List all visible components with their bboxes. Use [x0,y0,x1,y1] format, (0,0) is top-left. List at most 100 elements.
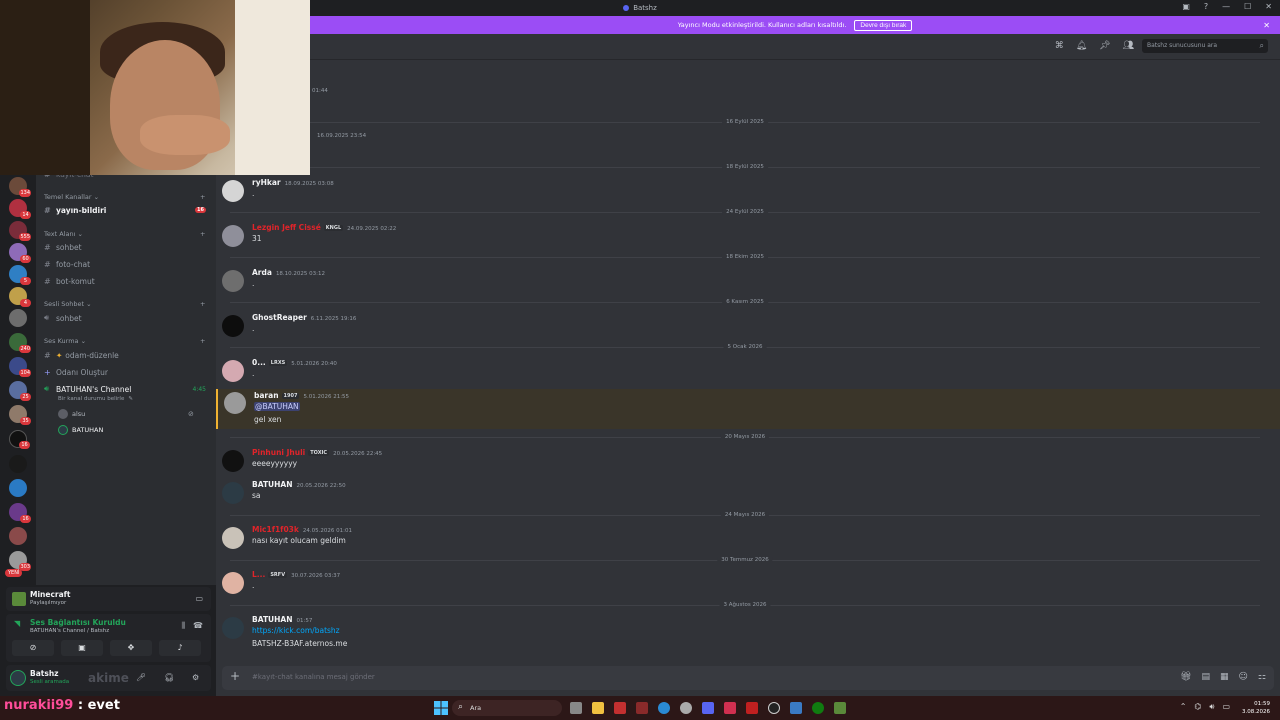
server-icon[interactable]: 555 [9,221,31,241]
message-author[interactable]: GhostReaper [252,313,307,322]
settings-gear-icon[interactable]: ⚙ [192,673,199,682]
message[interactable]: Mic1f1f03k 24.05.2026 01:01 nası kayıt ol… [216,525,1280,551]
message-highlighted[interactable]: baran 1907 5.01.2026 21:55 @BATUHAN gel xe… [216,389,1280,429]
chevron-up-icon[interactable]: ⌃ [1180,702,1187,712]
member-list-icon[interactable]: 👥︎ [1123,41,1134,51]
pin-icon[interactable]: 📌︎ [1099,41,1110,51]
message-author[interactable]: Arda [252,268,272,277]
voice-channel-sohbet[interactable]: 🔊︎ sohbet [44,311,210,325]
soundboard-button[interactable]: ♪ [159,640,201,656]
taskbar-search[interactable]: ⌕ Ara [452,700,562,716]
message[interactable]: L... SRFV 30.07.2026 03:37 . [216,570,1280,596]
message-author[interactable]: L... [252,570,265,579]
message[interactable]: Arda 18.10.2025 03:12 . [216,268,1280,294]
message-author[interactable]: Pinhuni Jhuli [252,448,305,457]
activity-panel[interactable]: Minecraft Paylaşılmıyor ▭ [6,587,211,611]
message-author[interactable]: Lezgin Jeff Cissé [252,223,321,232]
server-icon[interactable]: 303 [9,551,31,571]
server-icon[interactable]: 5 [9,265,31,285]
server-icon[interactable]: 16 [9,503,31,523]
server-icon[interactable] [9,309,27,327]
server-icon[interactable]: 104 [9,357,31,377]
battery-icon[interactable]: ▭ [1222,702,1230,712]
channel-status[interactable]: Bir kanal durumu belirle ✎ [58,396,133,402]
message[interactable]: Pinhuni Jhuli TOXIC 20.05.2026 22:45 eeeey… [216,448,1280,474]
disable-streamer-mode-button[interactable]: Devre dışı bırak [854,19,913,31]
server-icon[interactable]: 35 [9,405,31,425]
avatar[interactable] [222,482,244,504]
message[interactable]: Lezgin Jeff Cissé KNGL 24.09.2025 02:22 31 [216,223,1280,249]
new-servers-badge[interactable]: YENİ [5,569,23,577]
avatar[interactable] [222,315,244,337]
noise-suppression-icon[interactable]: ⫼ [181,621,185,631]
server-icon[interactable]: 25 [9,381,31,401]
message[interactable]: 01:44 [216,88,1280,98]
server-icon[interactable]: 4 [9,287,31,307]
activities-button[interactable]: ✥ [110,640,152,656]
maximize-icon[interactable]: ☐ [1244,2,1251,11]
avatar[interactable] [222,617,244,639]
gif-icon[interactable]: ▤ [1202,672,1211,682]
inbox-icon[interactable]: ▣ [1182,2,1190,11]
server-icon[interactable] [9,479,27,497]
xbox-icon[interactable] [812,702,824,714]
threads-icon[interactable]: ⌘ [1055,41,1064,51]
avatar[interactable] [10,670,26,686]
message-author[interactable]: BATUHAN [252,615,293,624]
app-icon[interactable] [746,702,758,714]
add-channel-icon[interactable]: + [200,300,205,308]
avatar[interactable] [222,360,244,382]
voice-status-sub[interactable]: BATUHAN's Channel / Batshz [30,628,109,634]
disconnect-icon[interactable]: ☎ [193,621,203,630]
message-author[interactable]: Mic1f1f03k [252,525,299,534]
channel-odam-duzenle[interactable]: # ✦ odam-düzenle [44,348,210,362]
server-icon[interactable]: 14 [9,199,31,219]
gift-icon[interactable]: 🎁︎ [1180,672,1191,682]
voice-user[interactable]: alsu ⊘ [58,409,194,419]
network-icon[interactable]: ⌬ [1194,702,1201,712]
minimize-icon[interactable]: — [1222,2,1230,11]
discord-taskbar-icon[interactable] [702,702,714,714]
steam-icon[interactable] [768,702,780,714]
headphones-icon[interactable]: 🎧︎ [164,673,174,682]
message-author[interactable]: ryHkar [252,178,281,187]
category-ses-kurma[interactable]: Ses Kurma ⌄ + [44,337,205,345]
add-channel-icon[interactable]: + [200,337,205,345]
username[interactable]: Batshz [30,669,59,678]
volume-icon[interactable]: 🔊︎ [1209,702,1214,712]
avatar[interactable] [222,180,244,202]
avatar[interactable] [224,392,246,414]
app-icon[interactable] [614,702,626,714]
banner-close-icon[interactable]: ✕ [1263,21,1270,30]
server-icon[interactable]: 16 [9,430,30,449]
message-author[interactable]: BATUHAN [252,480,293,489]
apps-icon[interactable]: ⚏ [1258,672,1266,682]
edge-icon[interactable] [658,702,670,714]
message[interactable]: 16.09.2025 23:54 [216,133,1280,143]
message[interactable]: ryHkar 18.09.2025 03:08 . [216,178,1280,204]
sticker-icon[interactable]: ▦ [1220,672,1229,682]
avatar[interactable] [222,527,244,549]
close-icon[interactable]: ✕ [1265,2,1272,11]
avatar[interactable] [222,450,244,472]
channel-yayin-bildiri[interactable]: # yayın-bildiri 16 [44,203,210,217]
message[interactable]: BATUHAN 20.05.2026 22:50 sa [216,480,1280,506]
microphone-icon[interactable]: 🎤︎ [136,673,146,682]
category-sesli[interactable]: Sesli Sohbet ⌄ + [44,300,205,308]
channel-foto-chat[interactable]: # foto-chat [44,257,210,271]
windows-start-icon[interactable] [434,701,448,715]
app-icon[interactable] [636,702,648,714]
category-temel[interactable]: Temel Kanallar ⌄ + [44,193,205,201]
user-mention[interactable]: @BATUHAN [254,402,300,411]
help-icon[interactable]: ? [1204,2,1208,11]
settings-icon[interactable] [680,702,692,714]
server-search-input[interactable]: Batshz sunucusunu ara ⌕ [1142,39,1268,53]
message-author[interactable]: baran [254,391,279,400]
channel-bot-komut[interactable]: # bot-komut [44,274,210,288]
add-channel-icon[interactable]: + [200,230,205,238]
avatar[interactable] [222,270,244,292]
add-attachment-icon[interactable]: + [230,669,240,683]
server-icon[interactable]: 60 [9,243,31,263]
avatar[interactable] [222,572,244,594]
avatar[interactable] [222,225,244,247]
